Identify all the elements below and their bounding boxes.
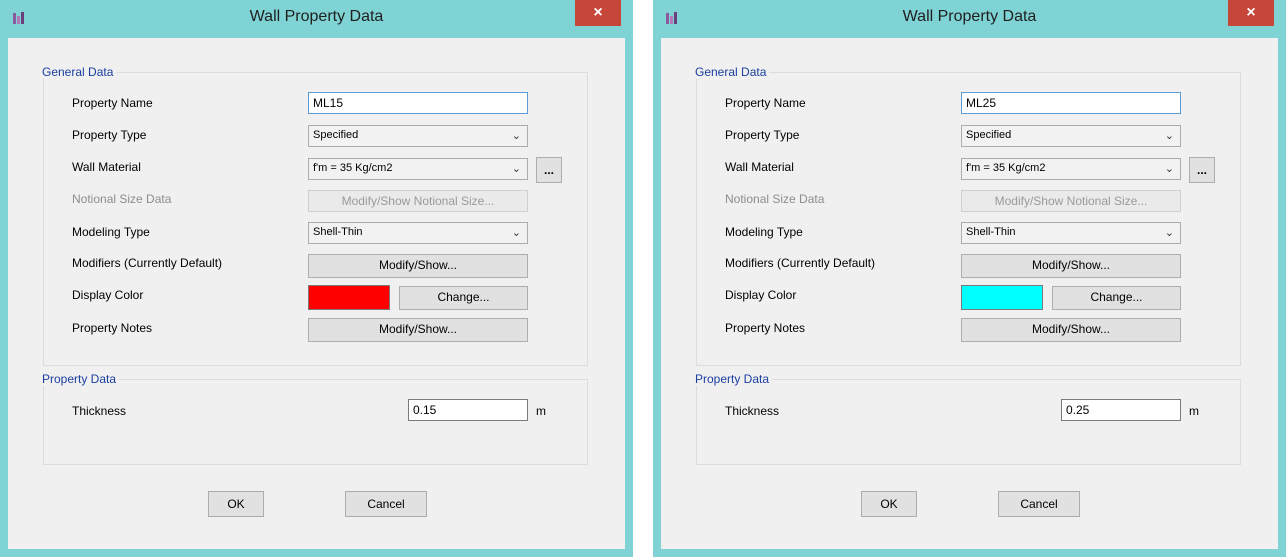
modeling-type-label: Modeling Type: [72, 225, 150, 239]
modifiers-label: Modifiers (Currently Default): [725, 256, 876, 270]
modeling-type-value: Shell-Thin: [966, 226, 1016, 238]
general-data-legend: General Data: [39, 65, 117, 79]
wall-material-label: Wall Material: [725, 160, 794, 174]
title-bar[interactable]: Wall Property Data ×: [0, 0, 633, 38]
chevron-down-icon: ⌄: [511, 130, 521, 142]
modifiers-label: Modifiers (Currently Default): [72, 256, 223, 270]
thickness-label: Thickness: [725, 404, 780, 418]
modifiers-button[interactable]: Modify/Show...: [308, 254, 528, 278]
property-name-input[interactable]: ML15: [308, 92, 528, 114]
notional-size-label: Notional Size Data: [72, 192, 172, 206]
chevron-down-icon: ⌄: [1164, 130, 1174, 142]
close-button[interactable]: ×: [1228, 0, 1274, 26]
wall-material-label: Wall Material: [72, 160, 141, 174]
thickness-label: Thickness: [72, 404, 127, 418]
thickness-input[interactable]: 0.15: [408, 399, 528, 421]
change-color-button[interactable]: Change...: [399, 286, 528, 310]
chevron-down-icon: ⌄: [511, 163, 521, 175]
modeling-type-value: Shell-Thin: [313, 226, 363, 238]
ok-button[interactable]: OK: [208, 491, 264, 517]
property-type-label: Property Type: [72, 128, 147, 142]
wall-material-select[interactable]: f'm = 35 Kg/cm2 ⌄: [308, 158, 528, 180]
cancel-button[interactable]: Cancel: [998, 491, 1080, 517]
property-name-label: Property Name: [72, 96, 153, 110]
wall-material-value: f'm = 35 Kg/cm2: [966, 162, 1046, 174]
title-bar[interactable]: Wall Property Data ×: [653, 0, 1286, 38]
property-notes-button[interactable]: Modify/Show...: [961, 318, 1181, 342]
property-data-legend: Property Data: [39, 372, 120, 386]
property-type-value: Specified: [966, 129, 1012, 141]
modeling-type-label: Modeling Type: [725, 225, 803, 239]
notional-size-button[interactable]: Modify/Show Notional Size...: [961, 190, 1181, 212]
general-data-legend: General Data: [692, 65, 770, 79]
material-browse-button[interactable]: ...: [1189, 157, 1215, 183]
property-type-select[interactable]: Specified ⌄: [961, 125, 1181, 147]
property-name-input[interactable]: ML25: [961, 92, 1181, 114]
display-color-swatch: [308, 285, 390, 310]
ok-button[interactable]: OK: [861, 491, 917, 517]
wall-property-dialog: Wall Property Data × General Data Proper…: [0, 0, 633, 557]
modeling-type-select[interactable]: Shell-Thin ⌄: [961, 222, 1181, 244]
property-notes-label: Property Notes: [725, 321, 806, 335]
property-data-group: Property Data: [39, 372, 588, 465]
dialog-client: General Data Property Data Property Name…: [8, 38, 625, 549]
thickness-input[interactable]: 0.25: [1061, 399, 1181, 421]
property-type-value: Specified: [313, 129, 359, 141]
property-type-label: Property Type: [725, 128, 800, 142]
dialog-title: Wall Property Data: [249, 8, 384, 25]
property-name-label: Property Name: [725, 96, 806, 110]
property-notes-label: Property Notes: [72, 321, 153, 335]
wall-material-select[interactable]: f'm = 35 Kg/cm2 ⌄: [961, 158, 1181, 180]
dialog-title: Wall Property Data: [902, 8, 1037, 25]
property-type-select[interactable]: Specified ⌄: [308, 125, 528, 147]
thickness-unit: m: [1189, 404, 1199, 418]
notional-size-label: Notional Size Data: [725, 192, 825, 206]
modifiers-button[interactable]: Modify/Show...: [961, 254, 1181, 278]
material-browse-button[interactable]: ...: [536, 157, 562, 183]
wall-property-dialog: Wall Property Data × General Data Proper…: [653, 0, 1286, 557]
modeling-type-select[interactable]: Shell-Thin ⌄: [308, 222, 528, 244]
notional-size-button[interactable]: Modify/Show Notional Size...: [308, 190, 528, 212]
chevron-down-icon: ⌄: [511, 227, 521, 239]
display-color-swatch: [961, 285, 1043, 310]
thickness-unit: m: [536, 404, 546, 418]
chevron-down-icon: ⌄: [1164, 163, 1174, 175]
display-color-label: Display Color: [72, 288, 144, 302]
display-color-label: Display Color: [725, 288, 797, 302]
cancel-button[interactable]: Cancel: [345, 491, 427, 517]
property-notes-button[interactable]: Modify/Show...: [308, 318, 528, 342]
change-color-button[interactable]: Change...: [1052, 286, 1181, 310]
chevron-down-icon: ⌄: [1164, 227, 1174, 239]
wall-material-value: f'm = 35 Kg/cm2: [313, 162, 393, 174]
property-data-legend: Property Data: [692, 372, 773, 386]
dialog-client: General Data Property Data Property Name…: [661, 38, 1278, 549]
property-data-group: Property Data: [692, 372, 1241, 465]
close-button[interactable]: ×: [575, 0, 621, 26]
